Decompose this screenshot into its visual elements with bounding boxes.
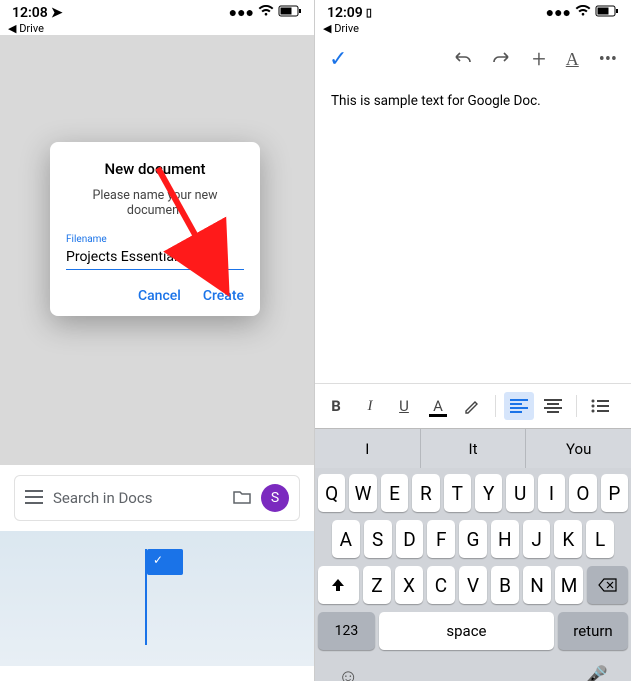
battery-icon [595,5,619,21]
key-Z[interactable]: Z [363,566,391,604]
welcome-banner: ✓ [0,531,314,666]
mic-key[interactable]: 🎤 [583,664,608,681]
bullet-list-button[interactable] [585,392,615,420]
filename-label: Filename [66,234,244,245]
key-J[interactable]: J [523,520,551,558]
kb-row-3r: ZXCVBNM [318,566,628,604]
more-icon[interactable]: ••• [599,49,617,70]
emoji-key[interactable]: ☺ [338,664,358,681]
cell-icon: ●●● [229,4,254,21]
key-R[interactable]: R [412,474,439,512]
status-bar: 12:08➤ ●●● [0,0,314,21]
undo-icon[interactable] [452,49,472,70]
key-A[interactable]: A [332,520,360,558]
editor-toolbar: ✓ + A ••• [315,35,631,83]
menu-icon[interactable] [25,489,43,508]
key-P[interactable]: P [601,474,628,512]
battery-icon [278,5,302,21]
keyboard: QWERTYUIOP ASDFGHJKL ZXCVBNM 123 space r… [315,468,631,681]
italic-button[interactable]: I [355,392,385,420]
key-Q[interactable]: Q [318,474,345,512]
key-F[interactable]: F [427,520,455,558]
filename-input[interactable] [66,245,244,270]
align-center-button[interactable] [538,392,568,420]
key-L[interactable]: L [586,520,614,558]
editor-body[interactable]: This is sample text for Google Doc. [315,83,631,383]
highlight-button[interactable] [457,392,487,420]
back-to-app[interactable]: ◀ Drive [315,22,631,35]
key-M[interactable]: M [555,566,583,604]
key-T[interactable]: T [444,474,471,512]
cancel-button[interactable]: Cancel [138,288,181,304]
wifi-icon [258,5,274,21]
location-icon: ➤ [51,5,63,21]
done-check-icon[interactable]: ✓ [329,47,347,72]
underline-button[interactable]: U [389,392,419,420]
key-O[interactable]: O [569,474,596,512]
new-document-modal: New document Please name your new docume… [50,142,260,316]
backspace-key[interactable] [587,566,628,604]
space-key[interactable]: space [379,612,554,650]
numbers-key[interactable]: 123 [318,612,375,650]
key-E[interactable]: E [381,474,408,512]
search-bar[interactable]: Search in Docs S [14,475,300,521]
status-bar: 12:09 ▯ ●●● [315,0,631,21]
key-I[interactable]: I [538,474,565,512]
key-N[interactable]: N [523,566,551,604]
kb-row-2r: ASDFGHJKL [318,520,628,558]
key-X[interactable]: X [395,566,423,604]
suggestion[interactable]: You [525,429,631,468]
format-bar: B I U A [315,383,631,428]
search-placeholder: Search in Docs [53,489,223,507]
redo-icon[interactable] [492,49,512,70]
align-left-button[interactable] [504,392,534,420]
key-B[interactable]: B [491,566,519,604]
kb-row-1r: QWERTYUIOP [318,474,628,512]
suggestion[interactable]: I [315,429,420,468]
plus-icon[interactable]: + [532,45,546,73]
key-W[interactable]: W [349,474,376,512]
key-K[interactable]: K [554,520,582,558]
key-S[interactable]: S [364,520,392,558]
key-V[interactable]: V [459,566,487,604]
create-button[interactable]: Create [203,288,244,304]
folder-icon[interactable] [233,489,251,508]
text-color-button[interactable]: A [423,392,453,420]
key-H[interactable]: H [491,520,519,558]
suggestion[interactable]: It [420,429,526,468]
key-U[interactable]: U [506,474,533,512]
modal-subtitle: Please name your new document [66,188,244,218]
wifi-icon [575,5,591,21]
key-Y[interactable]: Y [475,474,502,512]
avatar[interactable]: S [261,484,289,512]
back-to-app[interactable]: ◀ Drive [0,22,314,35]
modal-title: New document [66,160,244,178]
text-format-icon[interactable]: A [566,49,579,70]
shift-key[interactable] [318,566,359,604]
cell-icon: ●●● [546,4,571,21]
keyboard-suggestions: I It You [315,428,631,468]
status-time: 12:08 [12,5,48,21]
bold-button[interactable]: B [321,392,351,420]
key-C[interactable]: C [427,566,455,604]
return-key[interactable]: return [558,612,628,650]
key-D[interactable]: D [396,520,424,558]
status-time: 12:09 [327,5,363,21]
key-G[interactable]: G [459,520,487,558]
